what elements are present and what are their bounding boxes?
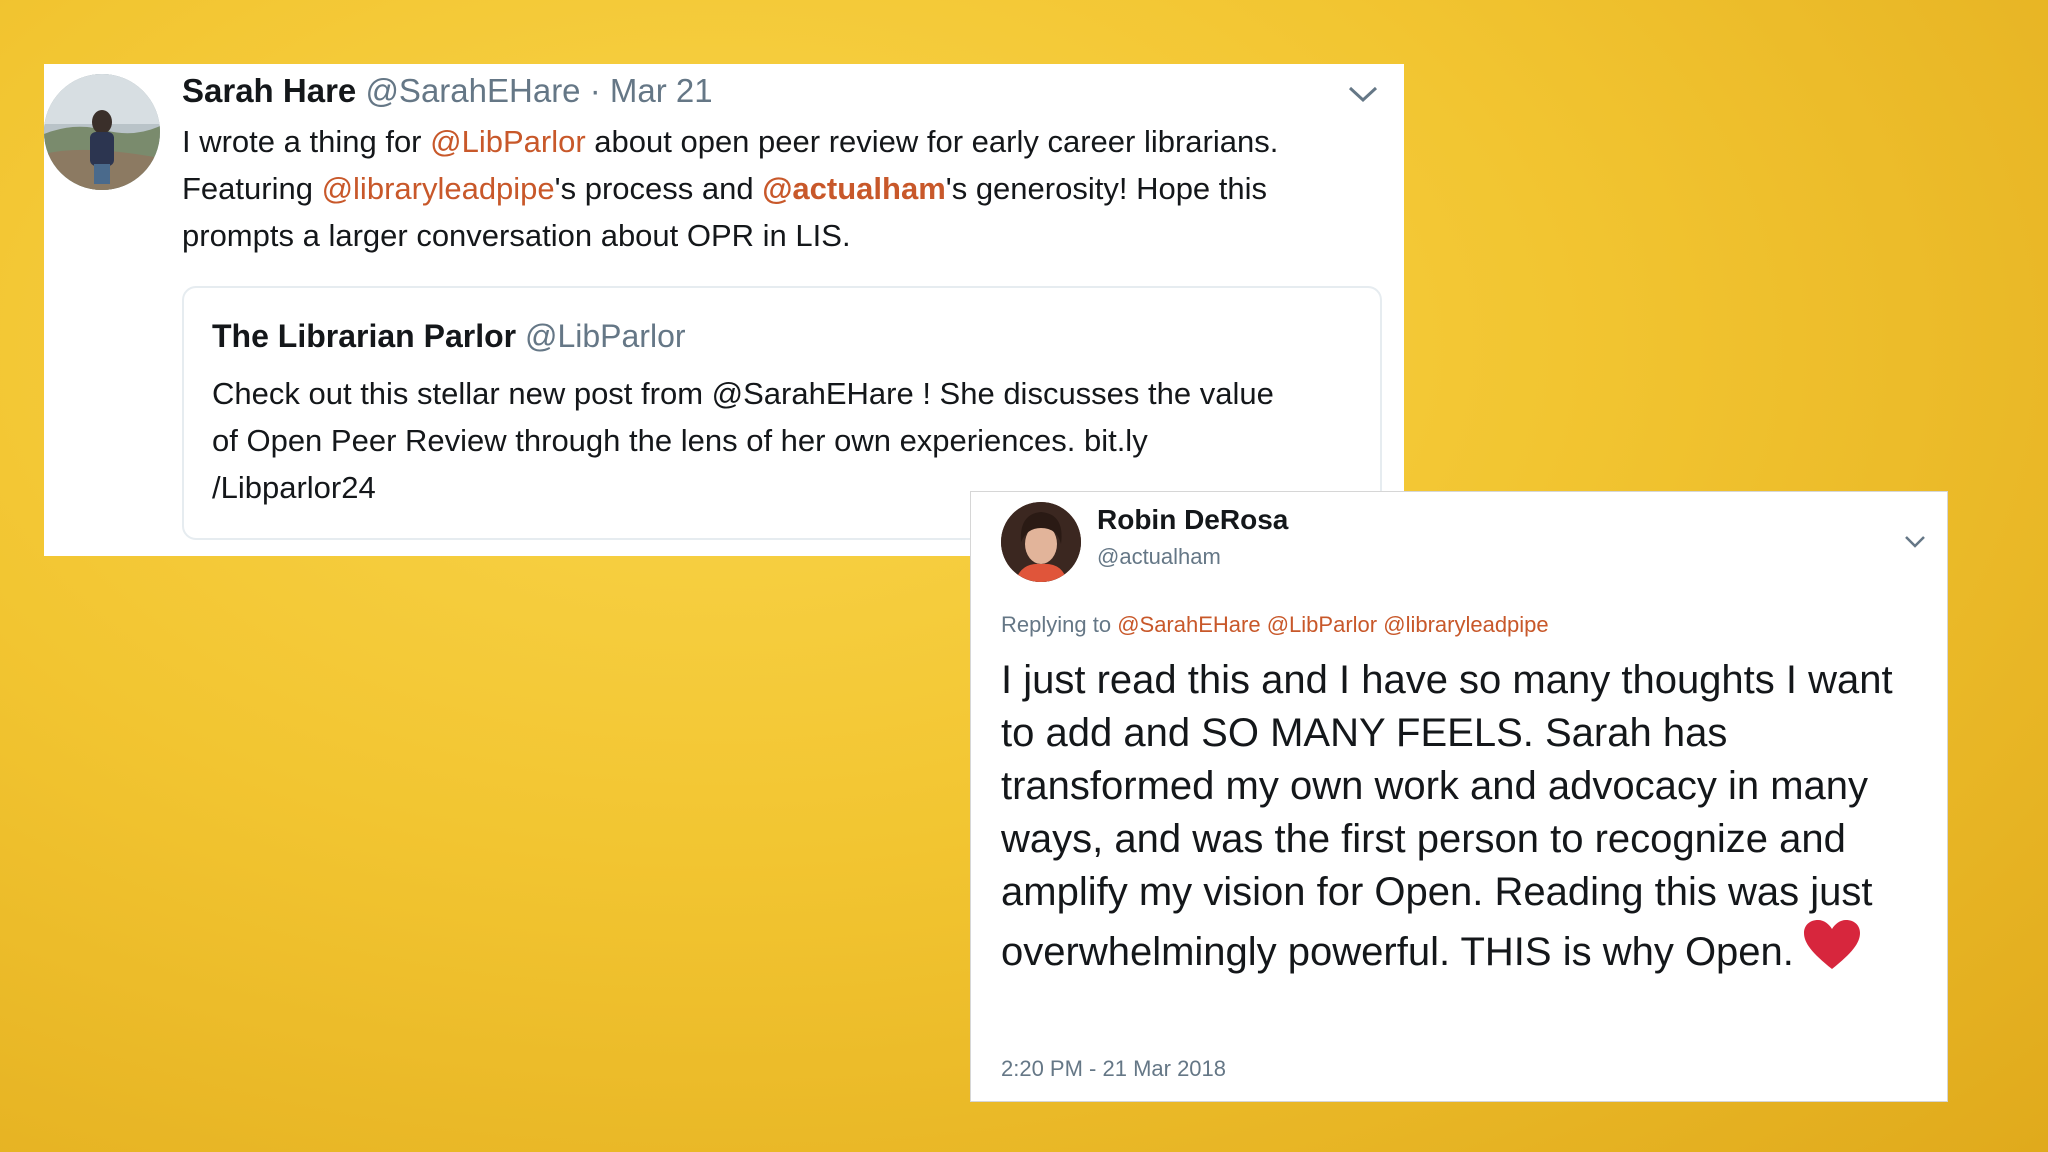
tweet-sarah-hare[interactable]: Sarah Hare @SarahEHare · Mar 21 I wrote … xyxy=(44,64,1404,556)
quoted-line: Check out this stellar new post from @Sa… xyxy=(212,376,1274,411)
reply-mention-libraryleadpipe[interactable]: @libraryleadpipe xyxy=(1383,612,1548,637)
reply-mention-libparlor[interactable]: @LibParlor xyxy=(1267,612,1377,637)
chevron-down-icon[interactable] xyxy=(1346,82,1380,106)
quoted-tweet-text: Check out this stellar new post from @Sa… xyxy=(212,370,1362,511)
mention-libparlor[interactable]: @LibParlor xyxy=(430,124,586,159)
tweet-header: Sarah Hare @SarahEHare · Mar 21 xyxy=(182,72,713,110)
avatar-photo xyxy=(44,74,160,190)
quoted-line: of Open Peer Review through the lens of … xyxy=(212,423,1148,458)
avatar-sarah-hare[interactable] xyxy=(44,74,160,190)
reply-mention-sarahehare[interactable]: @SarahEHare xyxy=(1117,612,1260,637)
tweet-text-content: I just read this and I have so many thou… xyxy=(1001,658,1893,974)
mention-actualham[interactable]: @actualham xyxy=(762,171,946,206)
text-segment: 's process and xyxy=(554,171,763,206)
quoted-tweet-header: The Librarian Parlor @LibParlor xyxy=(212,318,686,355)
avatar-robin-derosa[interactable] xyxy=(1001,502,1081,582)
author-handle[interactable]: @SarahEHare xyxy=(365,72,580,109)
author-handle[interactable]: @actualham xyxy=(1097,544,1221,570)
quoted-author-name[interactable]: The Librarian Parlor xyxy=(212,318,516,354)
red-heart-icon xyxy=(1802,919,1862,971)
tweet-text: I just read this and I have so many thou… xyxy=(1001,654,1931,979)
tweet-robin-derosa[interactable]: Robin DeRosa @actualham Replying to @Sar… xyxy=(970,491,1948,1102)
tweet-text: I wrote a thing for @LibParlor about ope… xyxy=(182,118,1382,259)
chevron-down-icon[interactable] xyxy=(1903,532,1927,550)
avatar-photo xyxy=(1001,502,1081,582)
author-name[interactable]: Sarah Hare xyxy=(182,72,356,109)
mention-libraryleadpipe[interactable]: @libraryleadpipe xyxy=(322,171,555,206)
quoted-author-handle[interactable]: @LibParlor xyxy=(525,318,686,354)
tweet-date[interactable]: Mar 21 xyxy=(610,72,713,109)
author-name[interactable]: Robin DeRosa xyxy=(1097,504,1288,536)
replying-to: Replying to @SarahEHare @LibParlor @libr… xyxy=(1001,612,1549,638)
text-segment: I wrote a thing for xyxy=(182,124,431,159)
separator-dot: · xyxy=(589,72,601,109)
replying-label: Replying to xyxy=(1001,612,1118,637)
tweet-timestamp[interactable]: 2:20 PM - 21 Mar 2018 xyxy=(1001,1056,1226,1082)
